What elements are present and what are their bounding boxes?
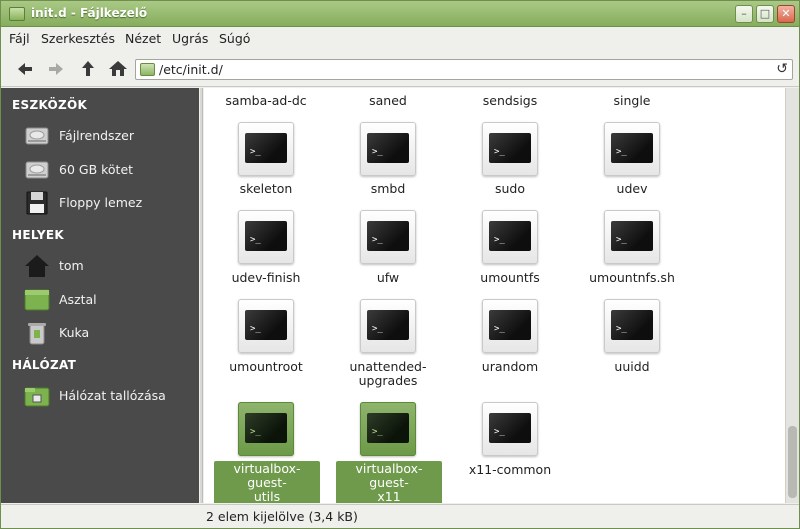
file-label: sendsigs <box>482 93 538 108</box>
sidebar-item-label: 60 GB kötet <box>59 162 134 177</box>
drive-icon <box>25 161 49 179</box>
vertical-scrollbar[interactable] <box>785 88 799 503</box>
sidebar-item-label: Asztal <box>59 292 97 307</box>
file-label: single <box>613 93 651 108</box>
sidebar-item-trash[interactable]: Kuka <box>23 319 193 347</box>
floppy-icon <box>26 191 48 215</box>
terminal-script-icon: >_ <box>360 402 416 456</box>
pane-splitter[interactable] <box>200 88 203 503</box>
sidebar-item-desktop[interactable]: Asztal <box>23 286 193 314</box>
desktop-icon <box>24 289 50 311</box>
file-label: skeleton <box>239 181 293 196</box>
forward-button[interactable] <box>45 58 67 80</box>
status-bar: 2 elem kijelölve (3,4 kB) <box>1 504 799 528</box>
file-label: udev-finish <box>231 270 301 285</box>
terminal-script-icon: >_ <box>604 210 660 264</box>
sidebar-item-label: Hálózat tallózása <box>59 388 166 403</box>
file-label: virtualbox-guest- utils <box>214 461 320 503</box>
back-button[interactable] <box>14 58 36 80</box>
close-button[interactable]: ✕ <box>777 5 795 23</box>
sidebar-heading-devices: ESZKÖZÖK <box>12 98 88 112</box>
sidebar-item-floppy[interactable]: Floppy lemez <box>23 189 193 217</box>
file-label: umountfs <box>480 270 540 285</box>
terminal-script-icon: >_ <box>238 210 294 264</box>
window-title: init.d - Fájlkezelő <box>31 6 148 20</box>
home-folder-icon <box>25 255 49 277</box>
file-label: samba-ad-dc <box>225 93 307 108</box>
sidebar-item-volume[interactable]: 60 GB kötet <box>23 156 193 184</box>
terminal-script-icon: >_ <box>238 299 294 353</box>
file-label: saned <box>369 93 407 108</box>
drive-icon <box>25 127 49 145</box>
file-label: ufw <box>376 270 400 285</box>
terminal-script-icon: >_ <box>604 299 660 353</box>
sidebar: ESZKÖZÖK Fájlrendszer 60 GB kötet Floppy… <box>1 88 199 503</box>
toolbar: /etc/init.d/ ↺ <box>1 51 799 87</box>
home-button[interactable] <box>107 58 129 80</box>
file-label: unattended- upgrades <box>349 359 427 388</box>
terminal-script-icon: >_ <box>360 299 416 353</box>
file-label: sudo <box>494 181 526 196</box>
terminal-script-icon: >_ <box>360 122 416 176</box>
terminal-script-icon: >_ <box>482 210 538 264</box>
folder-icon <box>9 7 25 21</box>
status-text: 2 elem kijelölve (3,4 kB) <box>206 509 358 524</box>
menu-view[interactable]: Nézet <box>125 31 161 46</box>
file-manager-window: init.d - Fájlkezelő – □ ✕ Fájl Szerkeszt… <box>0 0 800 529</box>
sidebar-item-home[interactable]: tom <box>23 252 193 280</box>
terminal-script-icon: >_ <box>238 402 294 456</box>
file-label: virtualbox-guest- x11 <box>336 461 442 503</box>
file-label: umountroot <box>229 359 303 374</box>
sidebar-item-label: Fájlrendszer <box>59 128 134 143</box>
file-label: udev <box>616 181 648 196</box>
menu-go[interactable]: Ugrás <box>172 31 208 46</box>
file-label: smbd <box>370 181 406 196</box>
terminal-script-icon: >_ <box>238 122 294 176</box>
location-bar[interactable]: /etc/init.d/ ↺ <box>135 59 793 80</box>
terminal-script-icon: >_ <box>482 299 538 353</box>
trash-icon <box>28 323 46 345</box>
location-path: /etc/init.d/ <box>159 62 223 77</box>
folder-icon <box>140 63 155 76</box>
sidebar-item-label: Floppy lemez <box>59 195 143 210</box>
file-label: urandom <box>481 359 539 374</box>
title-bar[interactable]: init.d - Fájlkezelő – □ ✕ <box>1 1 799 27</box>
menu-file[interactable]: Fájl <box>9 31 30 46</box>
menu-bar: Fájl Szerkesztés Nézet Ugrás Súgó <box>1 28 799 50</box>
sidebar-item-network[interactable]: Hálózat tallózása <box>23 382 193 410</box>
scrollbar-thumb[interactable] <box>788 426 797 498</box>
sidebar-item-label: tom <box>59 258 84 273</box>
file-label: umountnfs.sh <box>589 270 675 285</box>
maximize-button[interactable]: □ <box>756 5 774 23</box>
minimize-button[interactable]: – <box>735 5 753 23</box>
up-button[interactable] <box>77 58 99 80</box>
reload-icon[interactable]: ↺ <box>776 61 788 77</box>
menu-help[interactable]: Súgó <box>219 31 250 46</box>
sidebar-heading-places: HELYEK <box>12 228 65 242</box>
file-label: uuidd <box>614 359 650 374</box>
sidebar-heading-network: HÁLÓZAT <box>12 358 77 372</box>
network-icon <box>24 387 50 407</box>
terminal-script-icon: >_ <box>482 402 538 456</box>
terminal-script-icon: >_ <box>604 122 660 176</box>
sidebar-item-filesystem[interactable]: Fájlrendszer <box>23 122 193 150</box>
terminal-script-icon: >_ <box>360 210 416 264</box>
file-label: x11-common <box>468 462 552 477</box>
menu-edit[interactable]: Szerkesztés <box>41 31 115 46</box>
file-view: samba-ad-dc saned sendsigs single >_ ske… <box>204 88 785 503</box>
sidebar-item-label: Kuka <box>59 325 90 340</box>
terminal-script-icon: >_ <box>482 122 538 176</box>
